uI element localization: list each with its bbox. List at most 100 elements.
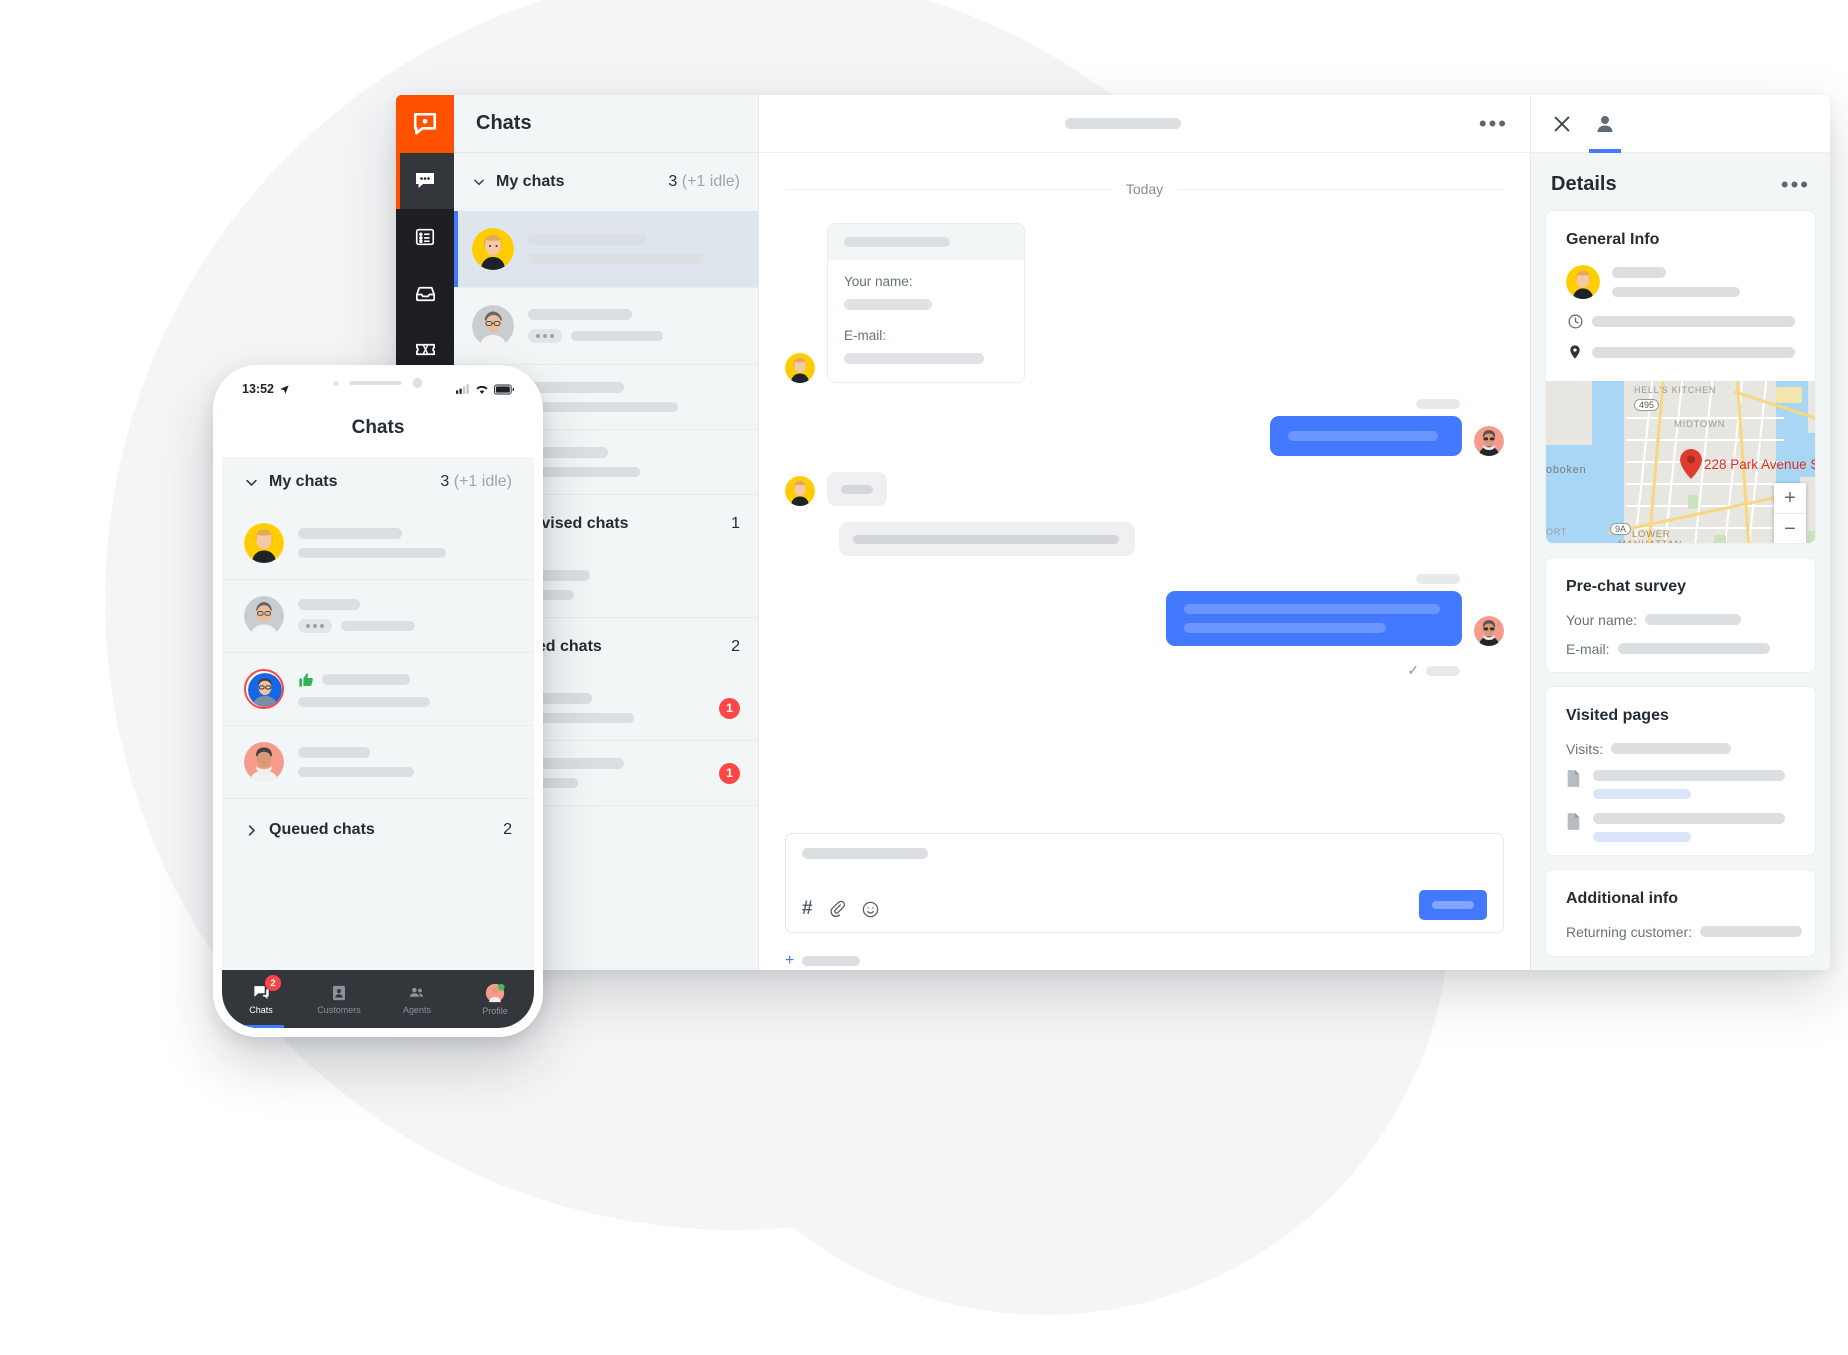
read-receipt-icon: ✓	[1407, 662, 1419, 678]
map-label: HELL'S KITCHEN	[1634, 385, 1717, 395]
returning-customer-label: Returning customer:	[1566, 923, 1693, 940]
avatar	[785, 476, 815, 506]
add-tag-row[interactable]: +	[759, 943, 1530, 970]
send-button[interactable]	[1419, 890, 1487, 920]
card-heading: Pre-chat survey	[1566, 577, 1687, 595]
mobile-phone-mockup: 13:52 Chats My chats 3 (+1 idle) Queued …	[213, 365, 543, 1037]
visits-label: Visits:	[1566, 740, 1604, 757]
tab-customer-details[interactable]	[1589, 95, 1621, 153]
survey-email-label: E-mail:	[1566, 640, 1610, 657]
survey-row-email: E-mail:	[1566, 641, 1795, 657]
add-tag-placeholder	[802, 956, 861, 966]
map-address-label: 228 Park Avenue South	[1704, 457, 1815, 472]
day-divider: Today	[785, 181, 1504, 197]
chats-icon	[413, 169, 437, 193]
plus-icon: +	[785, 952, 795, 969]
avatar	[1566, 265, 1600, 299]
close-icon[interactable]	[1551, 95, 1573, 153]
message-timestamp-placeholder	[1416, 574, 1460, 584]
attachment-icon[interactable]	[828, 900, 846, 918]
phone-notch	[333, 378, 423, 388]
visited-page-item[interactable]	[1566, 769, 1795, 799]
details-card-pre-chat-survey: Pre-chat survey Your name: E-mail:	[1545, 556, 1816, 673]
phone-tab-label: Chats	[249, 1005, 273, 1015]
pre-chat-survey-card: Your name: E-mail:	[827, 223, 1025, 383]
survey-name-label: Your name:	[844, 274, 913, 289]
unread-badge: 1	[719, 762, 740, 784]
map-label: ORT	[1546, 527, 1567, 537]
phone-chat-item[interactable]	[222, 652, 534, 725]
battery-icon	[494, 384, 514, 395]
message-composer[interactable]: #	[785, 833, 1504, 933]
message-composer-wrap: #	[759, 833, 1530, 943]
chevron-right-icon	[244, 823, 259, 838]
avatar	[244, 742, 284, 782]
sidebar-item-inbox[interactable]	[396, 265, 454, 321]
visits-row: Visits:	[1566, 741, 1795, 757]
chat-group-count: 3 (+1 idle)	[668, 173, 740, 190]
phone-chat-item[interactable]	[222, 725, 534, 798]
message-timestamp-placeholder	[1426, 665, 1460, 676]
phone-chat-item[interactable]	[222, 579, 534, 652]
details-panel: Details ••• General Info HELL'S KITCHEN …	[1530, 95, 1830, 970]
chat-list-item[interactable]	[454, 288, 758, 365]
map-pin-icon	[1680, 449, 1702, 479]
phone-group-label: My chats	[269, 473, 338, 490]
survey-row-name: Your name:	[1566, 612, 1795, 628]
avatar	[785, 353, 815, 383]
phone-tab-label: Profile	[482, 1005, 508, 1016]
map-zoom-in-button[interactable]: +	[1774, 483, 1806, 514]
unread-badge: 1	[719, 697, 740, 719]
chat-group-count: 1	[731, 515, 740, 532]
conversation-title-placeholder	[1064, 118, 1181, 129]
status-time: 13:52	[242, 382, 274, 396]
chat-bubble-incoming	[839, 522, 1135, 556]
sidebar-item-chats[interactable]	[396, 153, 454, 209]
composer-placeholder-text	[802, 848, 928, 859]
customer-location-map[interactable]: HELL'S KITCHEN MIDTOWN LOWER MANHATTAN o…	[1546, 381, 1815, 543]
tab-badge: 2	[265, 975, 281, 991]
chat-group-label: My chats	[496, 173, 565, 190]
typing-indicator	[528, 329, 562, 343]
more-options-icon[interactable]: •••	[1781, 173, 1810, 195]
survey-name-label: Your name:	[1566, 611, 1638, 628]
phone-tab-label: Agents	[402, 1004, 432, 1015]
chat-list-title: Chats	[454, 95, 758, 153]
map-zoom-out-button[interactable]: −	[1774, 514, 1806, 543]
visited-page-item[interactable]	[1566, 812, 1795, 842]
phone-tab-chats[interactable]: Chats 2	[222, 970, 300, 1028]
phone-group-queued-chats[interactable]: Queued chats 2	[222, 798, 534, 861]
message-timestamp-placeholder	[1416, 399, 1460, 409]
sidebar-item-archives[interactable]	[396, 209, 454, 265]
canned-response-icon[interactable]: #	[802, 898, 813, 920]
details-tabs	[1531, 95, 1830, 153]
map-zoom-controls[interactable]: + −	[1774, 483, 1806, 543]
emoji-icon[interactable]	[861, 900, 880, 919]
map-label: MANHATTAN	[1618, 539, 1682, 543]
chat-group-count: 2	[731, 638, 740, 655]
phone-status-bar: 13:52	[222, 374, 534, 404]
livechat-logo-icon[interactable]	[396, 95, 454, 153]
tickets-icon	[414, 338, 437, 361]
phone-group-label: Queued chats	[269, 821, 375, 838]
avatar	[244, 523, 284, 563]
avatar	[472, 305, 514, 347]
phone-group-my-chats[interactable]: My chats 3 (+1 idle)	[222, 457, 534, 507]
chat-bubble-incoming	[827, 472, 887, 506]
phone-chat-item[interactable]	[222, 507, 534, 579]
phone-tab-agents[interactable]: Agents	[378, 970, 456, 1028]
phone-group-count: 2	[503, 821, 512, 838]
wifi-icon	[475, 384, 489, 395]
desktop-app-window: Chats My chats 3 (+1 idle) Supervised ch…	[396, 95, 1830, 970]
more-options-icon[interactable]: •••	[1479, 112, 1508, 134]
typing-indicator	[298, 619, 332, 633]
chat-list-item[interactable]	[454, 211, 758, 288]
chat-group-my-chats[interactable]: My chats 3 (+1 idle)	[454, 153, 758, 211]
details-card-general-info: General Info HELL'S KITCHEN MIDTOWN LOWE…	[1545, 210, 1816, 544]
message-list: Today Your name: E-mail: ✓	[759, 153, 1530, 833]
phone-tab-customers[interactable]: Customers	[300, 970, 378, 1028]
signal-icon	[456, 384, 470, 394]
phone-tab-profile[interactable]: Profile	[456, 970, 534, 1028]
avatar	[244, 669, 284, 709]
card-heading: Additional info	[1566, 889, 1678, 907]
